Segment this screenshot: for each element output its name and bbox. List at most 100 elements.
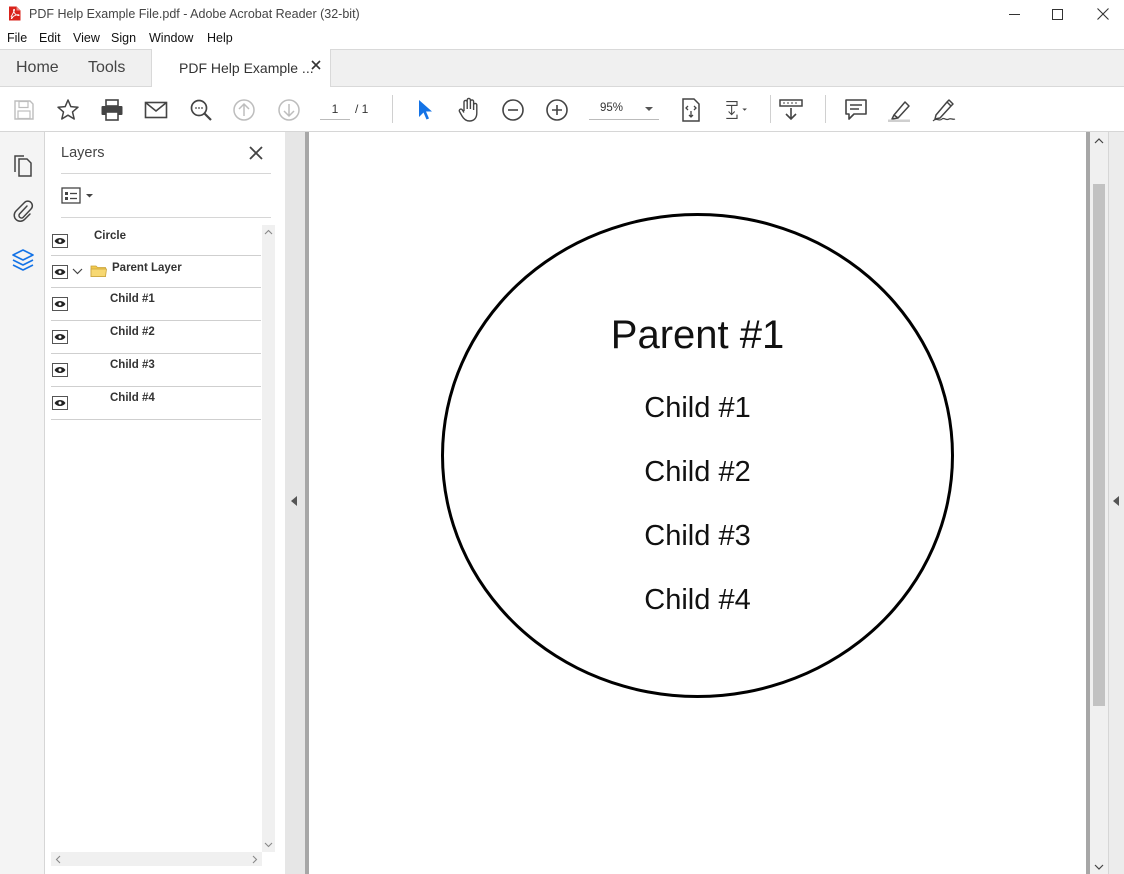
- zoom-in-icon: [546, 99, 568, 121]
- layer-row-circle[interactable]: Circle: [51, 223, 261, 256]
- divider: [61, 173, 271, 174]
- chevron-down-icon: [645, 107, 653, 111]
- chevron-up-icon[interactable]: [264, 229, 273, 235]
- search-icon: [190, 99, 212, 121]
- window-title: PDF Help Example File.pdf - Adobe Acroba…: [29, 7, 360, 21]
- visibility-toggle[interactable]: [52, 265, 68, 279]
- chevron-left-icon[interactable]: [55, 855, 61, 864]
- email-button[interactable]: [143, 97, 169, 123]
- acrobat-window: PDF Help Example File.pdf - Adobe Acroba…: [0, 0, 1124, 874]
- close-window-button[interactable]: [1080, 0, 1124, 28]
- expand-right-pane-icon[interactable]: [1113, 496, 1119, 506]
- chevron-down-icon[interactable]: [264, 842, 273, 848]
- page-line: Child #3: [644, 520, 751, 552]
- next-page-button[interactable]: [276, 97, 302, 123]
- zoom-out-icon: [502, 99, 524, 121]
- visibility-toggle[interactable]: [52, 297, 68, 311]
- star-icon: [57, 99, 79, 120]
- menu-sign[interactable]: Sign: [111, 31, 136, 45]
- layer-label: Child #2: [110, 326, 155, 338]
- toolbar-divider: [770, 95, 771, 123]
- tab-tools[interactable]: Tools: [88, 59, 125, 77]
- menu-help[interactable]: Help: [207, 31, 233, 45]
- chevron-right-icon[interactable]: [252, 855, 258, 864]
- pdf-page: Parent #1 Child #1 Child #2 Child #3 Chi…: [309, 132, 1086, 874]
- layers-options-button[interactable]: [61, 186, 97, 206]
- fit-page-button[interactable]: [678, 97, 704, 123]
- scroll-mode-icon: [726, 101, 747, 119]
- minimize-button[interactable]: [991, 0, 1037, 28]
- layer-label: Child #4: [110, 392, 155, 404]
- layer-row-child-1[interactable]: Child #1: [51, 288, 261, 321]
- print-button[interactable]: [99, 97, 125, 123]
- layers-horizontal-scrollbar[interactable]: [51, 852, 262, 866]
- layer-row-child-4[interactable]: Child #4: [51, 387, 261, 420]
- eye-icon: [54, 301, 66, 307]
- layer-row-child-2[interactable]: Child #2: [51, 321, 261, 354]
- eye-icon: [54, 367, 66, 373]
- visibility-toggle[interactable]: [52, 234, 68, 248]
- layers-button[interactable]: [9, 246, 37, 274]
- chevron-down-icon[interactable]: [1094, 864, 1104, 870]
- attachments-button[interactable]: [9, 197, 37, 225]
- cursor-arrow-icon: [419, 100, 432, 120]
- close-tab-icon[interactable]: [310, 59, 322, 71]
- document-view[interactable]: Parent #1 Child #1 Child #2 Child #3 Chi…: [305, 132, 1090, 874]
- zoom-in-button[interactable]: [544, 97, 570, 123]
- comment-button[interactable]: [843, 97, 869, 123]
- zoom-level-value: 95%: [600, 102, 624, 114]
- previous-page-button[interactable]: [231, 97, 257, 123]
- eye-icon: [54, 269, 66, 275]
- bookmark-star-button[interactable]: [55, 97, 81, 123]
- scrollbar-thumb[interactable]: [1093, 184, 1105, 706]
- layers-vertical-scrollbar[interactable]: [262, 225, 275, 852]
- select-tool-button[interactable]: [412, 97, 438, 123]
- hand-tool-button[interactable]: [456, 97, 482, 123]
- visibility-toggle[interactable]: [52, 330, 68, 344]
- layers-icon: [12, 249, 34, 271]
- sign-button[interactable]: [931, 97, 957, 123]
- zoom-out-button[interactable]: [500, 97, 526, 123]
- chevron-up-icon[interactable]: [1094, 138, 1104, 144]
- find-text-button[interactable]: [188, 97, 214, 123]
- eye-icon: [54, 238, 66, 244]
- tab-home[interactable]: Home: [16, 59, 59, 77]
- toolbar: 1 / 1 95%: [0, 87, 1124, 132]
- layer-row-child-3[interactable]: Child #3: [51, 354, 261, 387]
- menu-window[interactable]: Window: [149, 31, 193, 45]
- save-icon: [14, 100, 34, 120]
- right-pane-rail[interactable]: [1108, 132, 1124, 874]
- visibility-toggle[interactable]: [52, 396, 68, 410]
- scroll-down-icon: [779, 99, 803, 121]
- envelope-icon: [144, 101, 168, 119]
- menu-view[interactable]: View: [73, 31, 100, 45]
- maximize-icon: [1051, 8, 1063, 20]
- page-number-input[interactable]: 1: [320, 98, 350, 120]
- acrobat-pdf-icon: [9, 6, 21, 21]
- maximize-button[interactable]: [1034, 0, 1080, 28]
- page-thumbnails-icon: [14, 155, 32, 177]
- panel-splitter[interactable]: [285, 132, 305, 874]
- chevron-down-icon[interactable]: [72, 268, 83, 275]
- layer-label: Circle: [94, 230, 126, 242]
- comment-icon: [845, 99, 867, 120]
- zoom-level-select[interactable]: 95%: [589, 98, 659, 120]
- visibility-toggle[interactable]: [52, 363, 68, 377]
- document-vertical-scrollbar[interactable]: [1090, 132, 1108, 874]
- save-button[interactable]: [11, 97, 37, 123]
- layer-row-parent-layer[interactable]: Parent Layer: [51, 256, 261, 288]
- tab-document[interactable]: PDF Help Example ...: [151, 49, 331, 87]
- layer-label: Parent Layer: [112, 262, 182, 274]
- highlight-button[interactable]: [887, 97, 913, 123]
- page-thumbnails-button[interactable]: [9, 152, 37, 180]
- layers-panel: Layers Circle Parent Layer Child #1 Chil…: [45, 132, 285, 874]
- collapse-panel-icon[interactable]: [291, 496, 297, 506]
- menu-edit[interactable]: Edit: [39, 31, 61, 45]
- close-icon: [1097, 8, 1109, 20]
- fit-page-icon: [682, 98, 700, 122]
- close-icon[interactable]: [248, 145, 264, 161]
- page-line: Child #1: [644, 392, 751, 424]
- keyboard-scroll-button[interactable]: [778, 97, 804, 123]
- menu-file[interactable]: File: [7, 31, 27, 45]
- page-display-button[interactable]: [724, 97, 750, 123]
